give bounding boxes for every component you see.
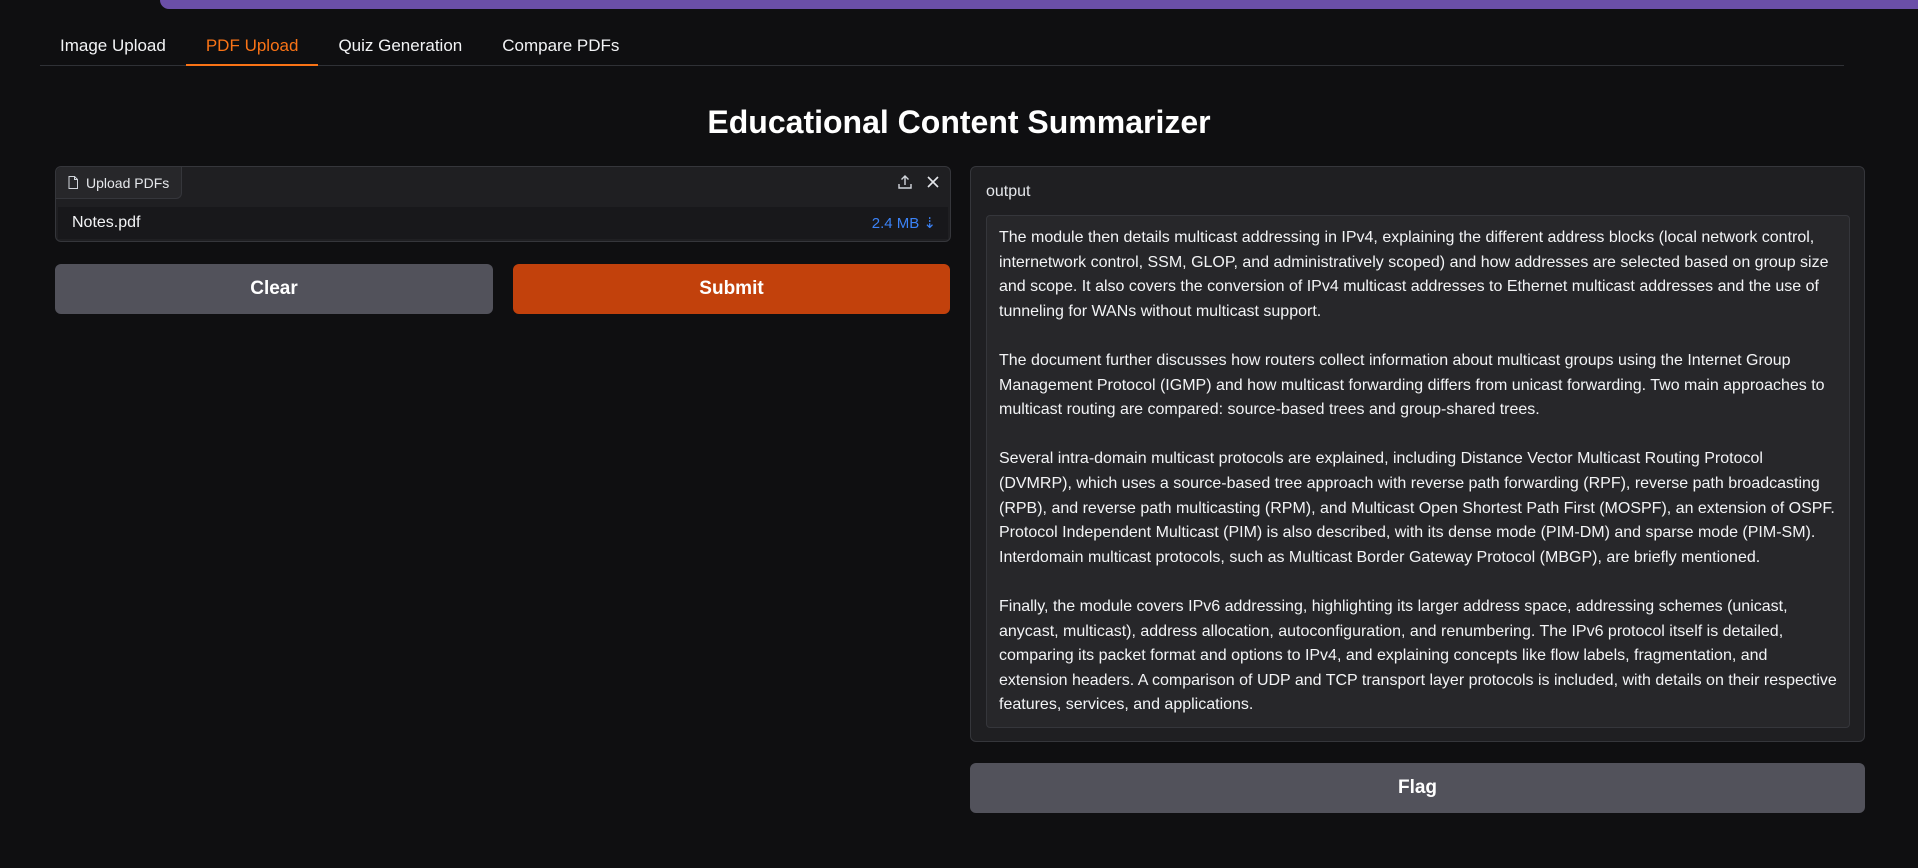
tab-compare-pdfs[interactable]: Compare PDFs	[482, 28, 639, 66]
top-strip	[0, 0, 1918, 10]
upload-label-text: Upload PDFs	[86, 174, 170, 191]
output-paragraph: Several intra-domain multicast protocols…	[999, 450, 1835, 566]
flag-button[interactable]: Flag	[970, 763, 1865, 813]
submit-button[interactable]: Submit	[513, 264, 950, 314]
file-icon	[68, 176, 78, 189]
page-title: Educational Content Summarizer	[707, 104, 1211, 140]
upload-actions	[892, 169, 946, 195]
file-name: Notes.pdf	[72, 214, 141, 231]
output-paragraph: The document further discusses how route…	[999, 351, 1825, 419]
output-paragraph: The module then details multicast addres…	[999, 229, 1829, 320]
clear-button[interactable]: Clear	[55, 264, 493, 314]
tab-pdf-upload[interactable]: PDF Upload	[185, 28, 319, 66]
output-label: output	[986, 183, 1031, 200]
file-row: Notes.pdf 2.4 MB ⇣	[58, 207, 948, 239]
output-textbox[interactable]: The module then details multicast addres…	[986, 215, 1850, 728]
upload-icon[interactable]	[892, 169, 918, 195]
tab-image-upload[interactable]: Image Upload	[40, 28, 186, 66]
upload-label: Upload PDFs	[56, 167, 183, 199]
output-paragraph: Finally, the module covers IPv6 addressi…	[999, 597, 1837, 714]
close-icon[interactable]	[920, 169, 946, 195]
output-panel: output The module then details multicast…	[970, 166, 1865, 742]
tab-bar: Image Upload PDF Upload Quiz Generation …	[40, 28, 1844, 66]
tab-quiz-generation[interactable]: Quiz Generation	[318, 28, 482, 66]
pdf-upload-box[interactable]: Upload PDFs Notes.pdf 2.4 MB ⇣	[55, 166, 951, 242]
file-size-download-link[interactable]: 2.4 MB ⇣	[872, 214, 936, 232]
top-accent-bar	[160, 0, 1918, 9]
